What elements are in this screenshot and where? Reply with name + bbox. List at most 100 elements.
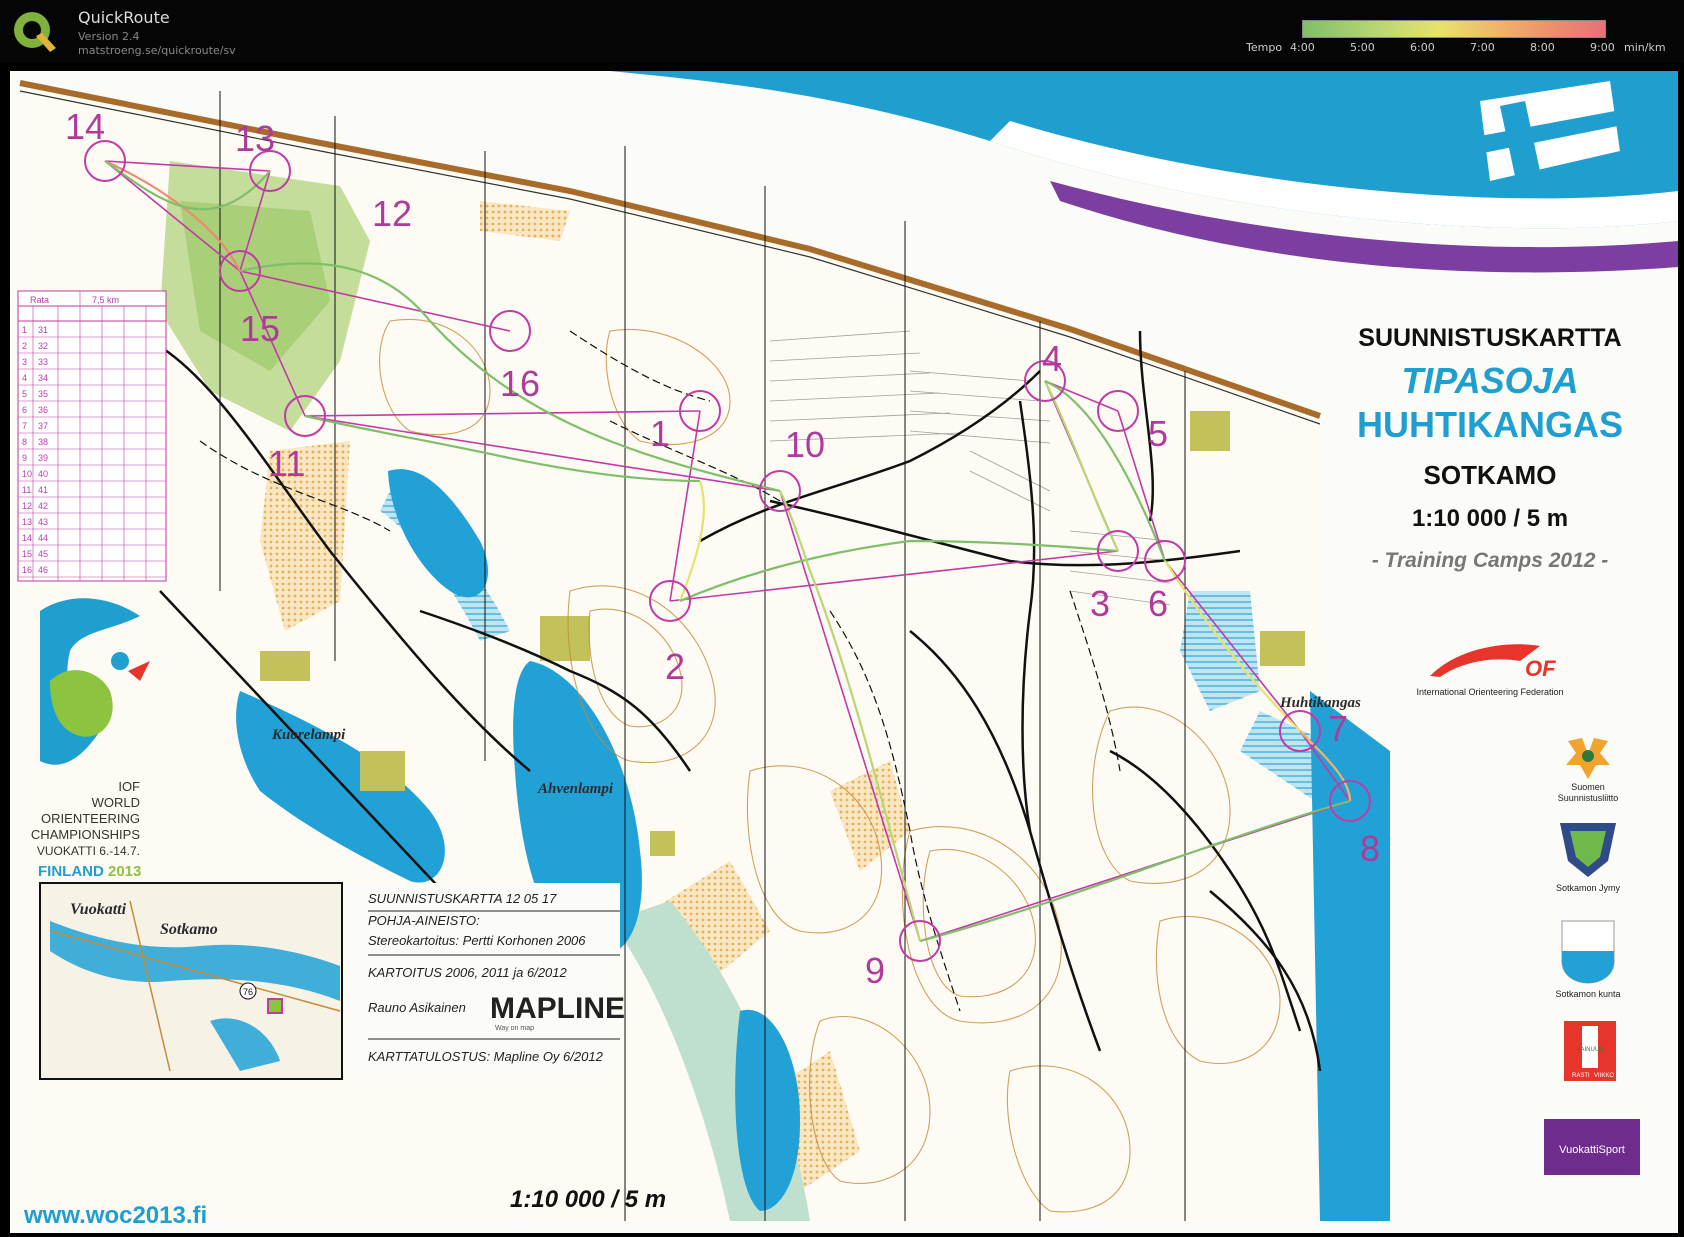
rasti-top: KAINUUN xyxy=(1576,1047,1603,1053)
control-row-code: 31 xyxy=(38,325,48,335)
control-number: 16 xyxy=(500,363,540,404)
woc-finland: FINLAND xyxy=(38,863,104,880)
control-row-number: 9 xyxy=(22,453,27,463)
tempo-tick: 6:00 xyxy=(1410,41,1435,54)
tempo-tick: 4:00 xyxy=(1290,41,1315,54)
woc-line3: ORIENTEERING xyxy=(41,811,140,826)
map-place: SOTKAMO xyxy=(1424,460,1557,490)
imprint-line: KARTOITUS 2006, 2011 ja 6/2012 xyxy=(368,965,568,980)
control-number: 12 xyxy=(372,193,412,234)
control-number: 14 xyxy=(65,106,105,147)
control-number: 15 xyxy=(240,308,280,349)
control-number: 2 xyxy=(665,646,685,687)
orienteering-map[interactable]: 1 2 3 4 5 6 7 8 9 10 11 12 13 14 15 16 K… xyxy=(10,71,1678,1233)
tempo-tick: 9:00 xyxy=(1590,41,1615,54)
mapline-tagline: Way on map xyxy=(495,1025,534,1032)
control-row-code: 37 xyxy=(38,421,48,431)
ssl-star-icon xyxy=(1566,738,1610,779)
sponsor-logos: OF International Orienteering Federation… xyxy=(1416,644,1640,1175)
control-number: 3 xyxy=(1090,583,1110,624)
control-row-number: 14 xyxy=(22,533,32,543)
website-link: www.woc2013.fi xyxy=(23,1202,207,1229)
tempo-tick: 8:00 xyxy=(1530,41,1555,54)
control-row-number: 2 xyxy=(22,341,27,351)
control-row-number: 13 xyxy=(22,517,32,527)
control-number: 5 xyxy=(1148,413,1168,454)
app-version: Version 2.4 xyxy=(78,30,140,43)
lake-name: Kuorelampi xyxy=(271,727,346,743)
control-number: 11 xyxy=(268,443,305,484)
control-row-number: 8 xyxy=(22,437,27,447)
control-number: 13 xyxy=(235,118,275,159)
control-row-code: 40 xyxy=(38,469,48,479)
inset-label-vuokatti: Vuokatti xyxy=(70,901,127,918)
control-row-code: 38 xyxy=(38,437,48,447)
control-row-code: 36 xyxy=(38,405,48,415)
control-row-number: 11 xyxy=(22,485,31,495)
control-row-code: 35 xyxy=(38,389,48,399)
control-number: 7 xyxy=(1328,708,1348,749)
table-header-length: 7,5 km xyxy=(92,295,119,305)
control-row-code: 33 xyxy=(38,357,48,367)
control-row-number: 3 xyxy=(22,357,27,367)
inset-road-number: 76 xyxy=(243,987,253,997)
control-row-code: 34 xyxy=(38,373,48,383)
vuokattisport-text: VuokattiSport xyxy=(1559,1144,1625,1156)
imprint-line: KARTTATULOSTUS: Mapline Oy 6/2012 xyxy=(368,1049,604,1064)
control-row-code: 41 xyxy=(38,485,48,495)
control-row-code: 43 xyxy=(38,517,48,527)
ssl-caption: Suunnistusliitto xyxy=(1558,793,1619,803)
ssl-caption: Suomen xyxy=(1571,782,1605,792)
map-name-line1: TIPASOJA xyxy=(1401,360,1578,401)
control-row-number: 5 xyxy=(22,389,27,399)
control-row-number: 10 xyxy=(22,469,32,479)
bottom-scale: 1:10 000 / 5 m xyxy=(510,1186,666,1213)
control-number: 4 xyxy=(1042,338,1062,379)
village-name: Huhtikangas xyxy=(1279,695,1361,711)
tempo-tick: 5:00 xyxy=(1350,41,1375,54)
imprint-line: POHJA-AINEISTO: xyxy=(368,913,480,928)
tempo-color-scale xyxy=(1302,20,1606,38)
map-imprint: SUUNNISTUSKARTTA 12 05 17 POHJA-AINEISTO… xyxy=(350,883,625,1073)
control-row-number: 16 xyxy=(22,565,32,575)
imprint-line: Stereokartoitus: Pertti Korhonen 2006 xyxy=(368,933,586,948)
control-row-code: 45 xyxy=(38,549,48,559)
iof-logo-text: OF xyxy=(1525,656,1556,681)
control-row-code: 44 xyxy=(38,533,48,543)
jymy-caption: Sotkamon Jymy xyxy=(1556,883,1621,893)
mapline-logo: MAPLINE xyxy=(490,992,625,1025)
map-name-line2: HUHTIKANGAS xyxy=(1357,404,1623,445)
tempo-label: Tempo xyxy=(1246,41,1283,54)
app-title: QuickRoute xyxy=(78,8,170,27)
map-scale: 1:10 000 / 5 m xyxy=(1412,505,1568,532)
map-subtitle: - Training Camps 2012 - xyxy=(1372,549,1609,572)
kainuun-rastiviikko-logo: KAINUUN RASTI VIIKKO xyxy=(1564,1021,1616,1081)
control-row-number: 6 xyxy=(22,405,27,415)
control-row-code: 42 xyxy=(38,501,48,511)
tempo-unit: min/km xyxy=(1624,41,1666,54)
app-url[interactable]: matstroeng.se/quickroute/sv xyxy=(78,44,236,57)
control-number: 6 xyxy=(1148,583,1168,624)
inset-overview-map: Vuokatti Sotkamo 76 xyxy=(39,882,343,1080)
app-title-bar: QuickRoute Version 2.4 matstroeng.se/qui… xyxy=(0,0,1684,62)
tempo-tick: 7:00 xyxy=(1470,41,1495,54)
sotkamo-kunta-icon xyxy=(1561,920,1615,984)
control-row-code: 39 xyxy=(38,453,48,463)
control-number: 9 xyxy=(865,950,885,991)
woc-line2: WORLD xyxy=(92,795,140,810)
iof-logo-icon xyxy=(1430,644,1540,677)
imprint-line: SUUNNISTUSKARTTA 12 05 17 xyxy=(368,891,557,906)
control-row-number: 4 xyxy=(22,373,27,383)
control-number: 8 xyxy=(1360,828,1380,869)
iof-caption: International Orienteering Federation xyxy=(1416,687,1563,697)
control-row-number: 12 xyxy=(22,501,32,511)
kunta-caption: Sotkamon kunta xyxy=(1555,989,1620,999)
lake-name: Ahvenlampi xyxy=(537,781,614,797)
inset-label-sotkamo: Sotkamo xyxy=(160,921,218,938)
jymy-shield-icon xyxy=(1560,823,1616,877)
quickroute-logo-icon xyxy=(14,12,56,52)
control-number: 1 xyxy=(650,413,670,454)
map-heading: SUUNNISTUSKARTTA xyxy=(1358,324,1621,352)
control-number: 10 xyxy=(785,424,825,465)
map-canvas: 1 2 3 4 5 6 7 8 9 10 11 12 13 14 15 16 K… xyxy=(17,71,1678,1229)
